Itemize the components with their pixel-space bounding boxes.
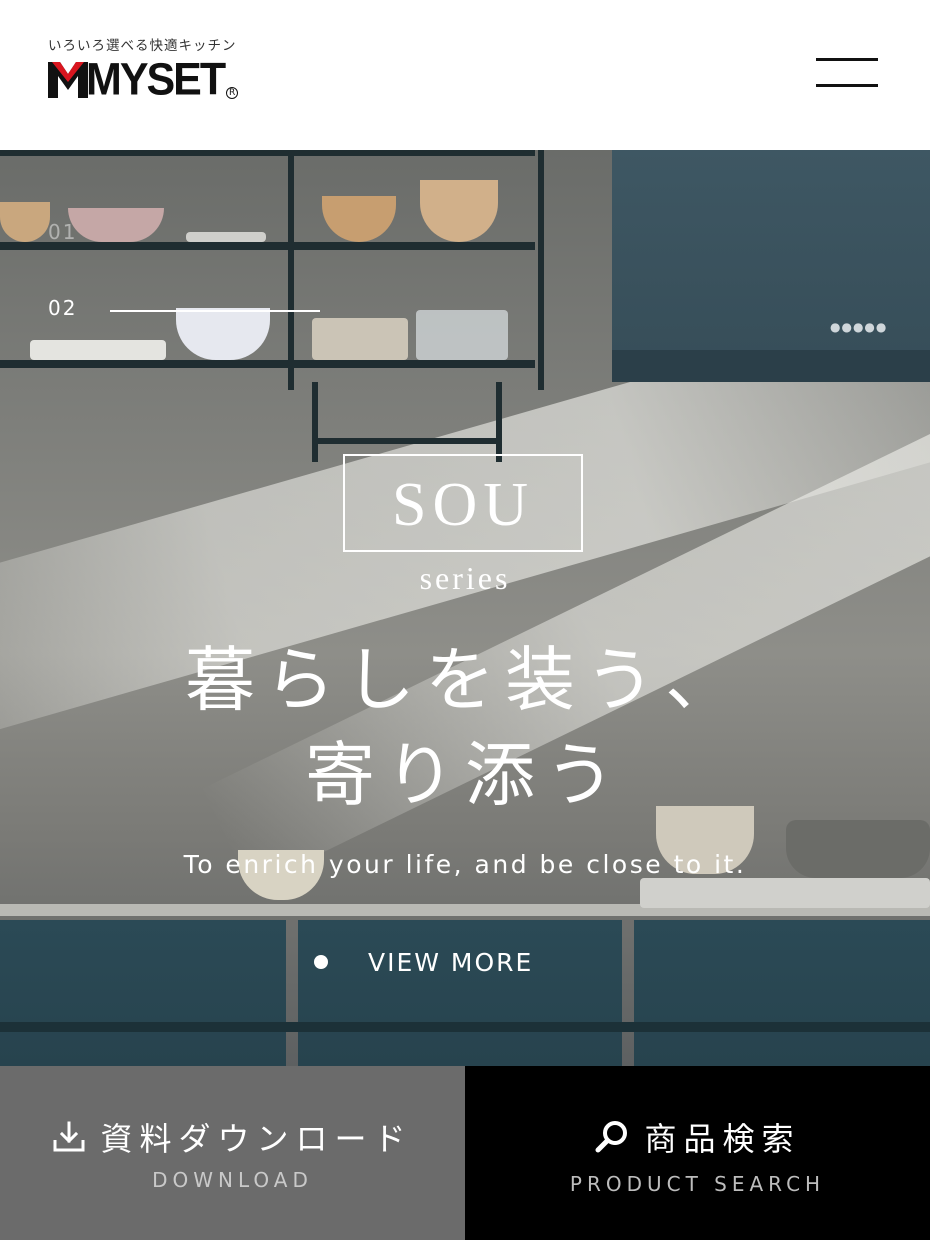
series-label: series [419,560,511,596]
slide-indicator-01[interactable]: 01 [48,220,77,244]
view-more-button[interactable]: VIEW MORE [300,932,640,992]
view-more-label: VIEW MORE [368,947,534,977]
site-header: いろいろ選べる快適キッチン MYSET R [0,0,930,150]
sou-title: SOU [391,471,535,539]
search-icon [595,1121,628,1153]
hood-indicator-dots: ●●●●● [830,320,888,334]
download-button-row: 資料ダウンロード [0,1114,465,1160]
logo-text: MYSET [86,54,226,106]
search-label-en: PRODUCT SEARCH [569,1172,826,1196]
slide-progress-line [110,310,320,312]
sou-title-box: SOU [343,454,583,552]
search-button-row: 商品検索 [465,1114,930,1160]
slide-indicator-02[interactable]: 02 [48,296,77,320]
headline-line2: 寄り添う [305,734,625,816]
logo-mark-icon [48,62,88,98]
tagline: いろいろ選べる快適キッチン [48,38,237,54]
hero-subline: To enrich your life, and be close to it. [183,850,747,879]
search-label-jp: 商品検索 [644,1120,801,1158]
download-label-en: DOWNLOAD [152,1168,313,1192]
menu-line-icon [816,84,878,87]
headline-line1: 暮らしを装う、 [185,639,745,721]
bullet-dot-icon [314,955,328,969]
download-label-jp: 資料ダウンロード [100,1120,413,1158]
hero-slider: ●●●●● 01 02 SOU series 暮らしを装う、 寄り添う To e… [0,150,930,1066]
product-search-button[interactable]: 商品検索 PRODUCT SEARCH [465,1066,930,1240]
myset-logo[interactable]: MYSET R [48,54,239,106]
registered-mark: R [226,87,239,99]
hamburger-menu-button[interactable] [816,58,880,90]
download-icon [53,1121,85,1152]
download-button[interactable]: 資料ダウンロード DOWNLOAD [0,1066,465,1240]
menu-line-icon [816,58,878,61]
